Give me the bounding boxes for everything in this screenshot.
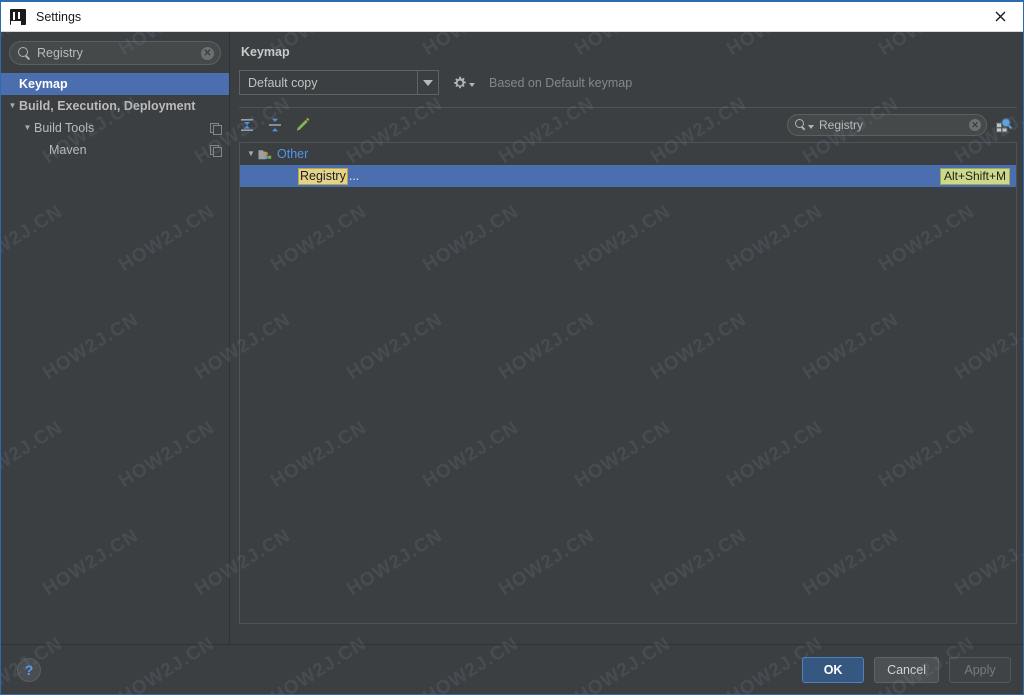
keymap-toolbar	[239, 117, 311, 133]
chevron-down-icon[interactable]	[417, 71, 438, 94]
sidebar-item-maven[interactable]: Maven	[1, 139, 229, 161]
dialog-content: Registry ✕ Keymap ▼ Build, Execution, De…	[1, 32, 1023, 694]
based-on-label: Based on Default keymap	[489, 75, 633, 90]
sidebar-item-label: Build Tools	[34, 121, 95, 135]
footer-buttons: OK Cancel Apply	[802, 657, 1011, 683]
sidebar-item-build-execution-deployment[interactable]: ▼ Build, Execution, Deployment	[1, 95, 229, 117]
sidebar-item-label: Maven	[49, 143, 87, 157]
title-bar: Settings	[1, 2, 1023, 32]
sidebar-item-build-tools[interactable]: ▼ Build Tools	[1, 117, 229, 139]
help-icon[interactable]: ?	[17, 658, 41, 682]
chevron-down-icon	[469, 82, 475, 87]
gear-icon	[453, 76, 467, 90]
keymap-search-input[interactable]: Registry	[819, 118, 969, 132]
keymap-selector-row: Default copy Based on Default keymap	[239, 70, 632, 95]
sidebar-item-label: Keymap	[19, 77, 68, 91]
search-icon	[795, 119, 807, 131]
keymap-panel: Keymap Default copy Based on Default key…	[231, 32, 1023, 644]
sidebar-search[interactable]: Registry ✕	[9, 41, 221, 65]
ok-button[interactable]: OK	[802, 657, 865, 683]
collapse-all-icon[interactable]	[267, 117, 283, 133]
chevron-down-icon[interactable]: ▼	[6, 102, 19, 110]
divider	[239, 107, 1017, 108]
settings-category-tree: Keymap ▼ Build, Execution, Deployment ▼ …	[1, 73, 229, 161]
tree-group-other[interactable]: ▼ Other	[240, 143, 1016, 165]
action-name-match: Registry	[298, 167, 348, 185]
settings-dialog: Settings Registry ✕ Keymap ▼ Build, Exec…	[0, 0, 1024, 695]
search-input[interactable]: Registry	[37, 46, 201, 60]
settings-sidebar: Registry ✕ Keymap ▼ Build, Execution, De…	[1, 32, 230, 644]
shortcut-badge: Alt+Shift+M	[939, 167, 1010, 185]
chevron-down-icon[interactable]	[808, 125, 814, 129]
find-by-shortcut-icon[interactable]	[995, 116, 1013, 134]
chevron-down-icon[interactable]: ▼	[21, 124, 34, 132]
cancel-button[interactable]: Cancel	[874, 657, 939, 683]
tree-group-label: Other	[277, 147, 309, 161]
action-name-suffix: ...	[348, 169, 360, 183]
clear-icon[interactable]: ✕	[969, 119, 981, 131]
sidebar-item-label: Build, Execution, Deployment	[19, 99, 196, 113]
expand-all-icon[interactable]	[239, 117, 255, 133]
copy-settings-icon[interactable]	[210, 144, 222, 157]
window-title: Settings	[36, 9, 82, 24]
keymap-select[interactable]: Default copy	[239, 70, 439, 95]
page-title: Keymap	[241, 45, 290, 59]
apply-button[interactable]: Apply	[949, 657, 1011, 683]
keymap-settings-button[interactable]	[453, 76, 475, 90]
search-icon	[18, 46, 31, 60]
copy-settings-icon[interactable]	[210, 122, 222, 135]
sidebar-item-keymap[interactable]: Keymap	[1, 73, 229, 95]
keymap-select-value: Default copy	[248, 75, 318, 90]
table-row[interactable]: Registry ... Alt+Shift+M	[240, 165, 1016, 187]
folder-other-icon	[258, 148, 272, 161]
keymap-search-row: Registry ✕	[787, 114, 1013, 136]
dialog-footer: ? OK Cancel Apply	[1, 645, 1023, 694]
clear-icon[interactable]: ✕	[201, 46, 214, 60]
edit-shortcut-icon[interactable]	[295, 117, 311, 133]
keymap-search-input-wrapper[interactable]: Registry ✕	[787, 114, 987, 136]
intellij-idea-logo-icon	[10, 8, 26, 25]
keymap-actions-tree[interactable]: ▼ Other Registry ... Alt+Shift+M	[239, 142, 1017, 624]
close-icon[interactable]	[977, 2, 1023, 31]
chevron-down-icon[interactable]: ▼	[244, 150, 258, 158]
